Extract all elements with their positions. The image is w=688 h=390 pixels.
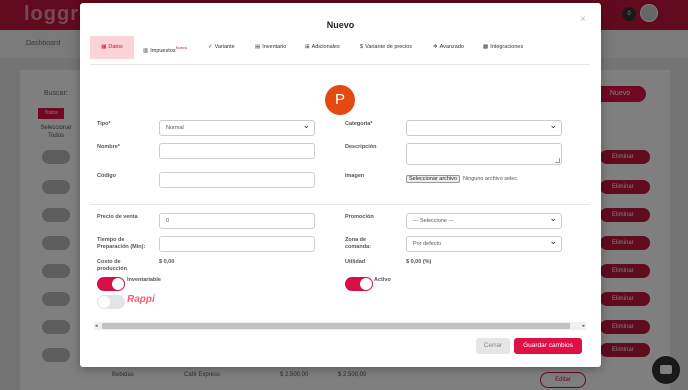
zona-select[interactable]: Por defecto <box>406 234 562 252</box>
toggle-knob <box>360 278 372 290</box>
tab-variante[interactable]: ✓ Variante <box>204 36 239 59</box>
check-icon: ✓ <box>208 44 213 50</box>
tab-integraciones[interactable]: ▩ Integraciones <box>479 36 527 59</box>
tipo-label: Tipo* <box>97 121 111 127</box>
precio-label: Precio de venta <box>97 214 138 220</box>
promocion-select[interactable]: --- Seleccione --- <box>406 211 562 229</box>
activo-label: Activo <box>374 277 391 283</box>
activo-toggle[interactable] <box>345 277 373 291</box>
rappi-logo: Rappi <box>127 294 155 305</box>
close-button[interactable]: Cerrar <box>476 338 510 354</box>
tiempo-label: Tiempo de Preparación (Min): <box>97 237 146 250</box>
categoria-select[interactable] <box>406 118 562 136</box>
inventariable-label: Inventariable <box>127 277 161 283</box>
dollar-icon: $ <box>360 44 364 50</box>
tab-label: Inventario <box>262 44 287 50</box>
zona-label: Zona de comanda: <box>345 237 371 250</box>
codigo-label: Código <box>97 173 116 179</box>
tab-impuestos[interactable]: ▥ ImpuestosNuevo <box>139 36 191 59</box>
horizontal-scrollbar[interactable]: ◂ ▸ <box>94 322 586 330</box>
tab-label: Variante de precios <box>365 44 413 50</box>
imagen-label: Imagen <box>345 173 365 179</box>
tab-label: Datos <box>108 44 123 50</box>
toggle-knob <box>98 296 110 308</box>
nombre-label: Nombre* <box>97 144 120 150</box>
rappi-toggle[interactable] <box>97 295 125 309</box>
grid-icon: ▩ <box>483 44 489 50</box>
utilidad-label: Utilidad <box>345 259 366 265</box>
close-icon[interactable]: × <box>580 14 586 25</box>
descripcion-label: Descripción <box>345 144 377 150</box>
tab-variante-precios[interactable]: $ Variante de precios <box>356 36 416 59</box>
modal-tabs: ▦ Datos ▥ ImpuestosNuevo ✓ Variante ▤ Invent… <box>90 36 590 59</box>
tab-datos[interactable]: ▦ Datos <box>90 36 134 59</box>
inventariable-toggle[interactable] <box>97 277 125 291</box>
scroll-left-icon[interactable]: ◂ <box>94 322 98 330</box>
tab-label: Avanzado <box>439 44 464 50</box>
scrollbar-thumb[interactable] <box>102 323 570 329</box>
tab-inventario[interactable]: ▤ Inventario <box>251 36 290 59</box>
precio-input[interactable]: 0 <box>159 213 315 229</box>
new-badge: Nuevo <box>175 45 188 50</box>
file-status: Ninguno archivo selec. <box>463 176 519 182</box>
tipo-select[interactable]: Normal <box>159 118 315 136</box>
tab-label: Adicionales <box>311 44 340 50</box>
product-avatar[interactable]: P <box>325 85 355 115</box>
toggle-knob <box>112 278 124 290</box>
categoria-label: Categoría* <box>345 121 373 127</box>
scroll-right-icon[interactable]: ▸ <box>582 322 586 330</box>
tab-avanzado[interactable]: ✲ Avanzado <box>429 36 468 59</box>
costo-value: $ 0,00 <box>159 259 175 265</box>
file-select-button[interactable]: Seleccionar archivo <box>406 175 460 183</box>
utilidad-value: $ 0,00 (%) <box>406 259 432 265</box>
divider <box>90 204 590 205</box>
descripcion-textarea[interactable] <box>406 143 562 165</box>
costo-label: Costo de producción <box>97 259 127 272</box>
gear-icon: ✲ <box>433 44 438 50</box>
list-icon: ▤ <box>255 44 261 50</box>
divider <box>90 64 590 65</box>
tab-label: Impuestos <box>150 47 176 54</box>
bank-icon: ▥ <box>143 47 149 54</box>
new-product-modal: Nuevo × ▦ Datos ▥ ImpuestosNuevo ✓ Variante… <box>80 3 601 367</box>
nombre-input[interactable] <box>159 143 315 159</box>
tab-label: Variante <box>214 44 235 50</box>
modal-title: Nuevo <box>326 20 355 30</box>
promocion-label: Promoción <box>345 214 374 220</box>
tiempo-input[interactable] <box>159 236 315 252</box>
save-button[interactable]: Guardar cambios <box>514 338 582 354</box>
plus-square-icon: ⊞ <box>305 44 310 50</box>
codigo-input[interactable] <box>159 172 315 188</box>
tab-label: Integraciones <box>490 44 524 50</box>
tab-adicionales[interactable]: ⊞ Adicionales <box>301 36 344 59</box>
product-icon: ▦ <box>101 44 107 50</box>
